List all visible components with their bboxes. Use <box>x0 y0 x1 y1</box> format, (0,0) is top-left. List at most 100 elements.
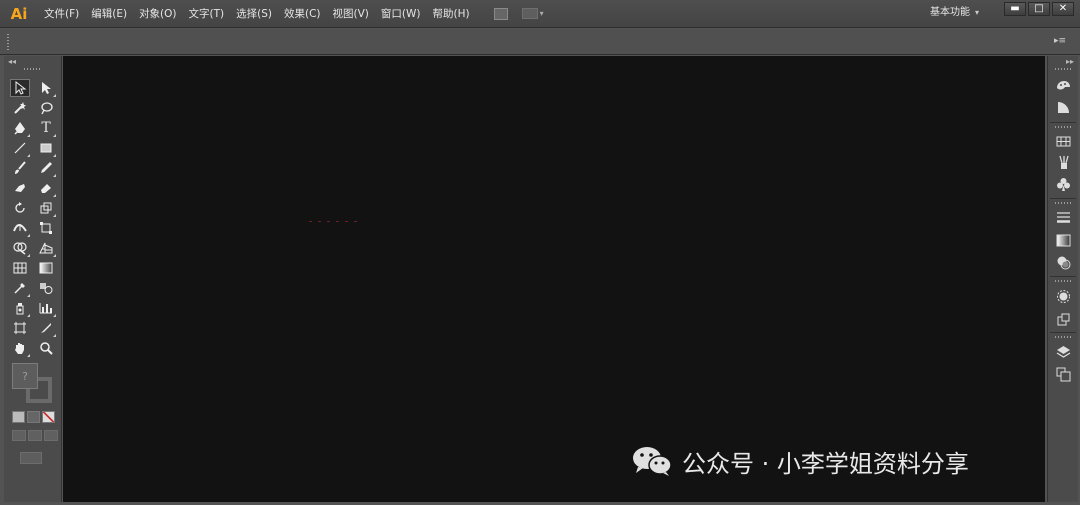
layers-icon <box>1056 345 1070 358</box>
pencil-tool[interactable] <box>36 159 56 177</box>
main-menu: 文件(F) 编辑(E) 对象(O) 文字(T) 选择(S) 效果(C) 视图(V… <box>38 0 476 28</box>
brushes-icon <box>1058 155 1069 169</box>
eraser-tool[interactable] <box>36 179 56 197</box>
artboards-panel-button[interactable] <box>1054 365 1072 383</box>
pen-icon <box>14 122 25 135</box>
direct-selection-tool[interactable] <box>36 79 56 97</box>
pen-tool[interactable] <box>10 119 30 137</box>
menu-view[interactable]: 视图(V) <box>327 0 375 28</box>
dock-divider <box>1050 122 1076 123</box>
grip-handle[interactable] <box>1055 280 1071 282</box>
shape-builder-icon <box>13 242 27 255</box>
artboard-tool[interactable] <box>10 319 30 337</box>
symbols-panel-button[interactable] <box>1054 175 1072 193</box>
menu-bar: Ai 文件(F) 编辑(E) 对象(O) 文字(T) 选择(S) 效果(C) 视… <box>0 0 1080 28</box>
grip-handle[interactable] <box>7 34 9 50</box>
rotate-tool[interactable] <box>10 199 30 217</box>
minimize-button[interactable]: ▬ <box>1004 2 1026 16</box>
menu-type[interactable]: 文字(T) <box>183 0 231 28</box>
color-panel-button[interactable] <box>1054 77 1072 95</box>
menu-effect[interactable]: 效果(C) <box>278 0 327 28</box>
grip-handle[interactable] <box>1055 202 1071 204</box>
column-graph-tool[interactable] <box>36 299 56 317</box>
hand-icon <box>15 343 24 354</box>
collapse-icon[interactable]: ▸▸ <box>1066 57 1074 66</box>
zoom-tool[interactable] <box>36 339 56 357</box>
eyedropper-tool[interactable] <box>10 279 30 297</box>
gradient-mode-button[interactable] <box>27 411 40 423</box>
arrow-icon <box>15 81 27 95</box>
color-guide-panel-button[interactable] <box>1054 98 1072 116</box>
draw-mode-buttons <box>12 430 60 441</box>
zoom-icon <box>40 342 53 355</box>
blend-tool[interactable] <box>36 279 56 297</box>
collapse-icon[interactable]: ◂◂ <box>8 57 16 66</box>
watermark: 公众号 · 小李学姐资料分享 <box>630 444 969 478</box>
gradient-tool[interactable] <box>36 259 56 277</box>
workspace-switcher[interactable]: 基本功能 <box>930 0 970 26</box>
swatches-panel-button[interactable] <box>1054 132 1072 150</box>
gradient-panel-icon <box>1056 234 1070 246</box>
stroke-panel-button[interactable] <box>1054 208 1072 226</box>
paintbrush-tool[interactable] <box>10 159 30 177</box>
symbol-sprayer-tool[interactable] <box>10 299 30 317</box>
appearance-panel-button[interactable] <box>1054 287 1072 305</box>
grip-handle[interactable] <box>1055 336 1071 338</box>
menu-help[interactable]: 帮助(H) <box>427 0 476 28</box>
screen-mode-button[interactable] <box>20 452 42 464</box>
arrange-documents-icon[interactable] <box>521 8 538 19</box>
selection-tool[interactable] <box>10 79 30 97</box>
menu-file[interactable]: 文件(F) <box>38 0 85 28</box>
free-transform-icon <box>40 222 52 234</box>
line-tool[interactable] <box>10 139 30 157</box>
transparency-panel-button[interactable] <box>1054 253 1072 271</box>
rectangle-tool[interactable] <box>36 139 56 157</box>
menu-window[interactable]: 窗口(W) <box>375 0 427 28</box>
magic-wand-tool[interactable] <box>10 99 30 117</box>
fill-swatch[interactable]: ? <box>12 363 38 389</box>
grip-handle[interactable] <box>1055 68 1071 70</box>
menu-select[interactable]: 选择(S) <box>230 0 278 28</box>
free-transform-tool[interactable] <box>36 219 56 237</box>
app-logo[interactable]: Ai <box>4 1 34 27</box>
window-controls: ▬ □ ✕ <box>1002 2 1074 16</box>
width-tool[interactable] <box>10 219 30 237</box>
fill-unknown-icon: ? <box>22 369 28 383</box>
grip-handle[interactable] <box>24 68 40 70</box>
lasso-tool[interactable] <box>36 99 56 117</box>
stroke-icon <box>1056 211 1070 223</box>
menu-edit[interactable]: 编辑(E) <box>85 0 133 28</box>
grip-handle[interactable] <box>1055 126 1071 128</box>
close-button[interactable]: ✕ <box>1052 2 1074 16</box>
canvas-area[interactable] <box>63 56 1045 502</box>
layers-panel-button[interactable] <box>1054 343 1072 361</box>
graphic-styles-icon <box>1057 313 1069 325</box>
draw-normal-button[interactable] <box>12 430 26 441</box>
slice-icon <box>41 323 51 333</box>
gradient-panel-button[interactable] <box>1054 231 1072 249</box>
graphic-styles-panel-button[interactable] <box>1054 310 1072 328</box>
draw-behind-button[interactable] <box>28 430 42 441</box>
menu-object[interactable]: 对象(O) <box>133 0 182 28</box>
artboards-icon <box>1056 367 1070 381</box>
perspective-grid-tool[interactable] <box>36 239 56 257</box>
none-mode-button[interactable] <box>42 411 55 423</box>
color-mode-button[interactable] <box>12 411 25 423</box>
hand-tool[interactable] <box>10 339 30 357</box>
slice-tool[interactable] <box>36 319 56 337</box>
scale-tool[interactable] <box>36 199 56 217</box>
brushes-panel-button[interactable] <box>1054 153 1072 171</box>
mesh-tool[interactable] <box>10 259 30 277</box>
chevron-down-icon[interactable]: ▾ <box>540 9 544 18</box>
blob-brush-tool[interactable] <box>10 179 30 197</box>
type-tool[interactable]: T <box>36 119 56 137</box>
panel-menu-icon[interactable]: ▸≡ <box>1054 37 1066 46</box>
draw-inside-button[interactable] <box>44 430 58 441</box>
chevron-down-icon[interactable]: ▾ <box>975 8 979 17</box>
bridge-icon[interactable] <box>493 7 508 20</box>
canvas-mark <box>309 221 361 222</box>
watermark-text: 公众号 · 小李学姐资料分享 <box>682 449 969 478</box>
maximize-button[interactable]: □ <box>1028 2 1050 16</box>
dock-divider <box>1050 198 1076 199</box>
shape-builder-tool[interactable] <box>10 239 30 257</box>
